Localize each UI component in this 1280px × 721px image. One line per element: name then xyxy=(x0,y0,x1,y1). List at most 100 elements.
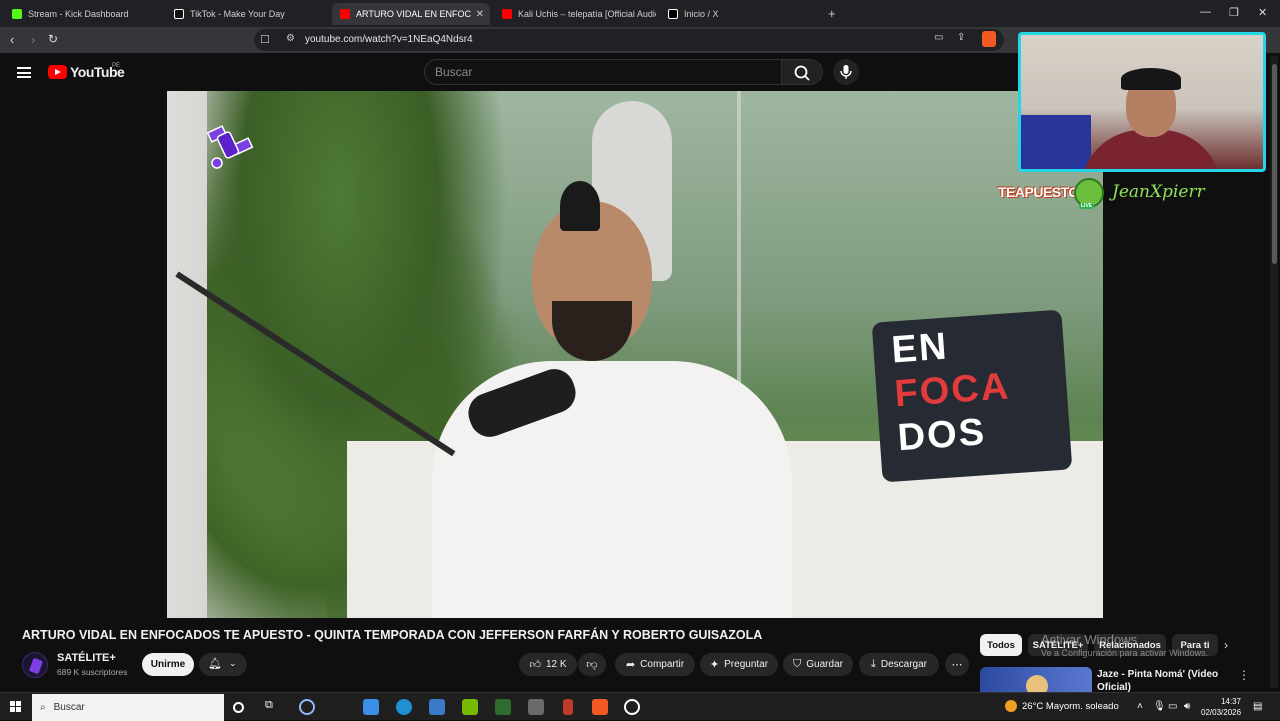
video-title: ARTURO VIDAL EN ENFOCADOS TE APUESTO - Q… xyxy=(22,628,763,642)
tab-x-home[interactable]: Inicio / X xyxy=(660,3,822,25)
search-input[interactable]: Buscar xyxy=(424,59,782,85)
save-button[interactable]: ⛉ Guardar xyxy=(783,653,853,676)
streamer-name: JeanXpierr xyxy=(1112,182,1205,202)
scrollbar-thumb[interactable] xyxy=(1272,64,1277,264)
thumbs-up-icon: 👍︎ xyxy=(529,659,541,671)
weather-widget[interactable]: 26°C Mayorm. soleado xyxy=(1005,700,1119,712)
app-icon[interactable] xyxy=(563,699,573,715)
dislike-button[interactable]: 👎︎ xyxy=(578,653,606,676)
teapuesto-logo: TEAPUESTO xyxy=(998,184,1079,200)
more-actions-button[interactable]: ⋯ xyxy=(945,653,969,676)
tab-tiktok[interactable]: TikTok - Make Your Day xyxy=(166,3,330,25)
taskbar-clock[interactable]: 14:37 02/03/2026 xyxy=(1201,696,1241,718)
share-button[interactable]: ➦ Compartir xyxy=(615,653,695,676)
app-icon[interactable] xyxy=(528,699,544,715)
like-button[interactable]: 👍︎ 12 K xyxy=(519,653,577,676)
ask-button[interactable]: ✦ Preguntar xyxy=(700,653,778,676)
browser-tab-strip: Stream - Kick Dashboard TikTok - Make Yo… xyxy=(0,0,1280,27)
sun-icon xyxy=(1005,700,1017,712)
chip-all[interactable]: Todos xyxy=(980,634,1022,656)
cast-icon[interactable]: ▭ xyxy=(934,32,943,43)
tab-title: TikTok - Make Your Day xyxy=(190,9,285,19)
channel-name[interactable]: SATÉLITE+ xyxy=(57,652,116,664)
save-label: Guardar xyxy=(806,659,843,670)
obs-icon[interactable] xyxy=(624,699,640,715)
tab-kali-uchis[interactable]: Kali Uchis – telepatía [Official Audio] xyxy=(494,3,656,25)
app-gauge-icon[interactable] xyxy=(299,699,315,715)
notifications-button[interactable]: 🔔︎ ⌄ xyxy=(199,653,247,676)
back-icon[interactable]: ‹ xyxy=(10,32,14,47)
download-icon: ⤓ xyxy=(870,658,876,670)
volume-icon[interactable]: 🔊︎ xyxy=(1184,701,1190,712)
voice-search-button[interactable] xyxy=(833,59,859,85)
mic-tray-icon[interactable]: 🎙︎ xyxy=(1153,701,1166,712)
taskbar-search[interactable]: ⌕ Buscar xyxy=(32,694,224,721)
weather-text: 26°C Mayorm. soleado xyxy=(1022,700,1119,712)
tab-kick-dashboard[interactable]: Stream - Kick Dashboard xyxy=(4,3,164,25)
mail-icon[interactable] xyxy=(429,699,445,715)
subscriber-count: 689 K suscriptores xyxy=(57,667,128,677)
ask-label: Preguntar xyxy=(724,659,769,670)
chevron-right-icon[interactable]: › xyxy=(1224,638,1228,652)
satellite-watermark-icon xyxy=(206,125,254,169)
sparkle-icon: ✦ xyxy=(709,659,720,671)
bookmark-icon[interactable]: ☐ xyxy=(260,33,270,46)
new-tab-button[interactable]: + xyxy=(828,6,836,21)
youtube-logo[interactable]: YouTube PE xyxy=(48,63,125,80)
tray-chevron-icon[interactable]: ˄ xyxy=(1137,701,1143,712)
like-count: 12 K xyxy=(545,659,567,670)
microphone-icon xyxy=(840,65,852,79)
game-app-icon[interactable] xyxy=(495,699,511,715)
edge-icon[interactable] xyxy=(396,699,412,715)
reload-icon[interactable]: ↻ xyxy=(48,32,58,46)
channel-avatar[interactable] xyxy=(22,652,48,678)
notifications-icon[interactable]: ▤ xyxy=(1253,701,1262,712)
windows-start-icon[interactable] xyxy=(10,701,22,713)
country-code: PE xyxy=(112,63,121,69)
tab-title: Stream - Kick Dashboard xyxy=(28,9,129,19)
search-button[interactable] xyxy=(781,59,823,85)
close-tab-icon[interactable]: ✕ xyxy=(476,9,484,20)
live-badge: LIVE xyxy=(1079,203,1095,209)
sign-line-3: DOS xyxy=(896,411,988,460)
download-button[interactable]: ⤓ Descargar xyxy=(859,653,939,676)
join-button[interactable]: Unirme xyxy=(142,653,194,676)
share-page-icon[interactable]: ⇪ xyxy=(957,32,965,43)
brave-icon[interactable] xyxy=(592,699,608,715)
cortana-icon[interactable] xyxy=(233,702,244,713)
restore-icon[interactable]: ❐ xyxy=(1229,6,1239,19)
tiktok-icon xyxy=(174,9,184,19)
network-icon[interactable]: ▭ xyxy=(1168,701,1177,712)
youtube-icon xyxy=(340,9,350,19)
share-icon: ➦ xyxy=(625,659,636,671)
close-window-icon[interactable]: ✕ xyxy=(1258,6,1267,19)
thumbs-down-icon: 👎︎ xyxy=(586,659,598,671)
site-info-icon[interactable]: ⚙ xyxy=(286,33,295,44)
tab-title: ARTURO VIDAL EN ENFOCAD xyxy=(356,9,471,19)
brave-shield-icon[interactable] xyxy=(982,31,996,47)
url-text: youtube.com/watch?v=1NEaQ4Ndsr4 xyxy=(305,34,473,45)
sign-line-1: EN xyxy=(890,325,950,372)
more-vertical-icon[interactable]: ⋮ xyxy=(1238,668,1250,682)
taskbar-search-label: Buscar xyxy=(53,702,85,713)
chevron-down-icon: ⌄ xyxy=(229,658,237,668)
activate-windows-subtitle: Ve a Configuración para activar Windows. xyxy=(1041,648,1209,658)
share-label: Compartir xyxy=(640,659,685,670)
tab-title: Inicio / X xyxy=(684,9,719,19)
video-player[interactable]: EN FOCA DOS xyxy=(167,91,1103,618)
address-bar[interactable]: ☐ ⚙ youtube.com/watch?v=1NEaQ4Ndsr4 xyxy=(254,29,1004,51)
nvidia-icon[interactable] xyxy=(462,699,478,715)
clock-date: 02/03/2026 xyxy=(1201,708,1242,717)
hamburger-menu-icon[interactable] xyxy=(17,67,31,78)
related-video-title[interactable]: Jaze - Pinta Nomá' (Video Oficial) xyxy=(1097,668,1227,694)
store-icon[interactable] xyxy=(363,699,379,715)
forward-icon[interactable]: › xyxy=(31,32,35,47)
bookmark-icon: ⛉ xyxy=(793,658,802,670)
activate-windows-title: Activar Windows xyxy=(1041,632,1138,647)
task-view-icon[interactable]: ⧉ xyxy=(265,699,281,715)
download-label: Descargar xyxy=(880,659,927,670)
x-icon xyxy=(668,9,678,19)
tab-youtube-active[interactable]: ARTURO VIDAL EN ENFOCAD ✕ xyxy=(332,3,490,25)
minimize-icon[interactable]: — xyxy=(1200,6,1211,18)
clock-time: 14:37 xyxy=(1220,697,1241,706)
